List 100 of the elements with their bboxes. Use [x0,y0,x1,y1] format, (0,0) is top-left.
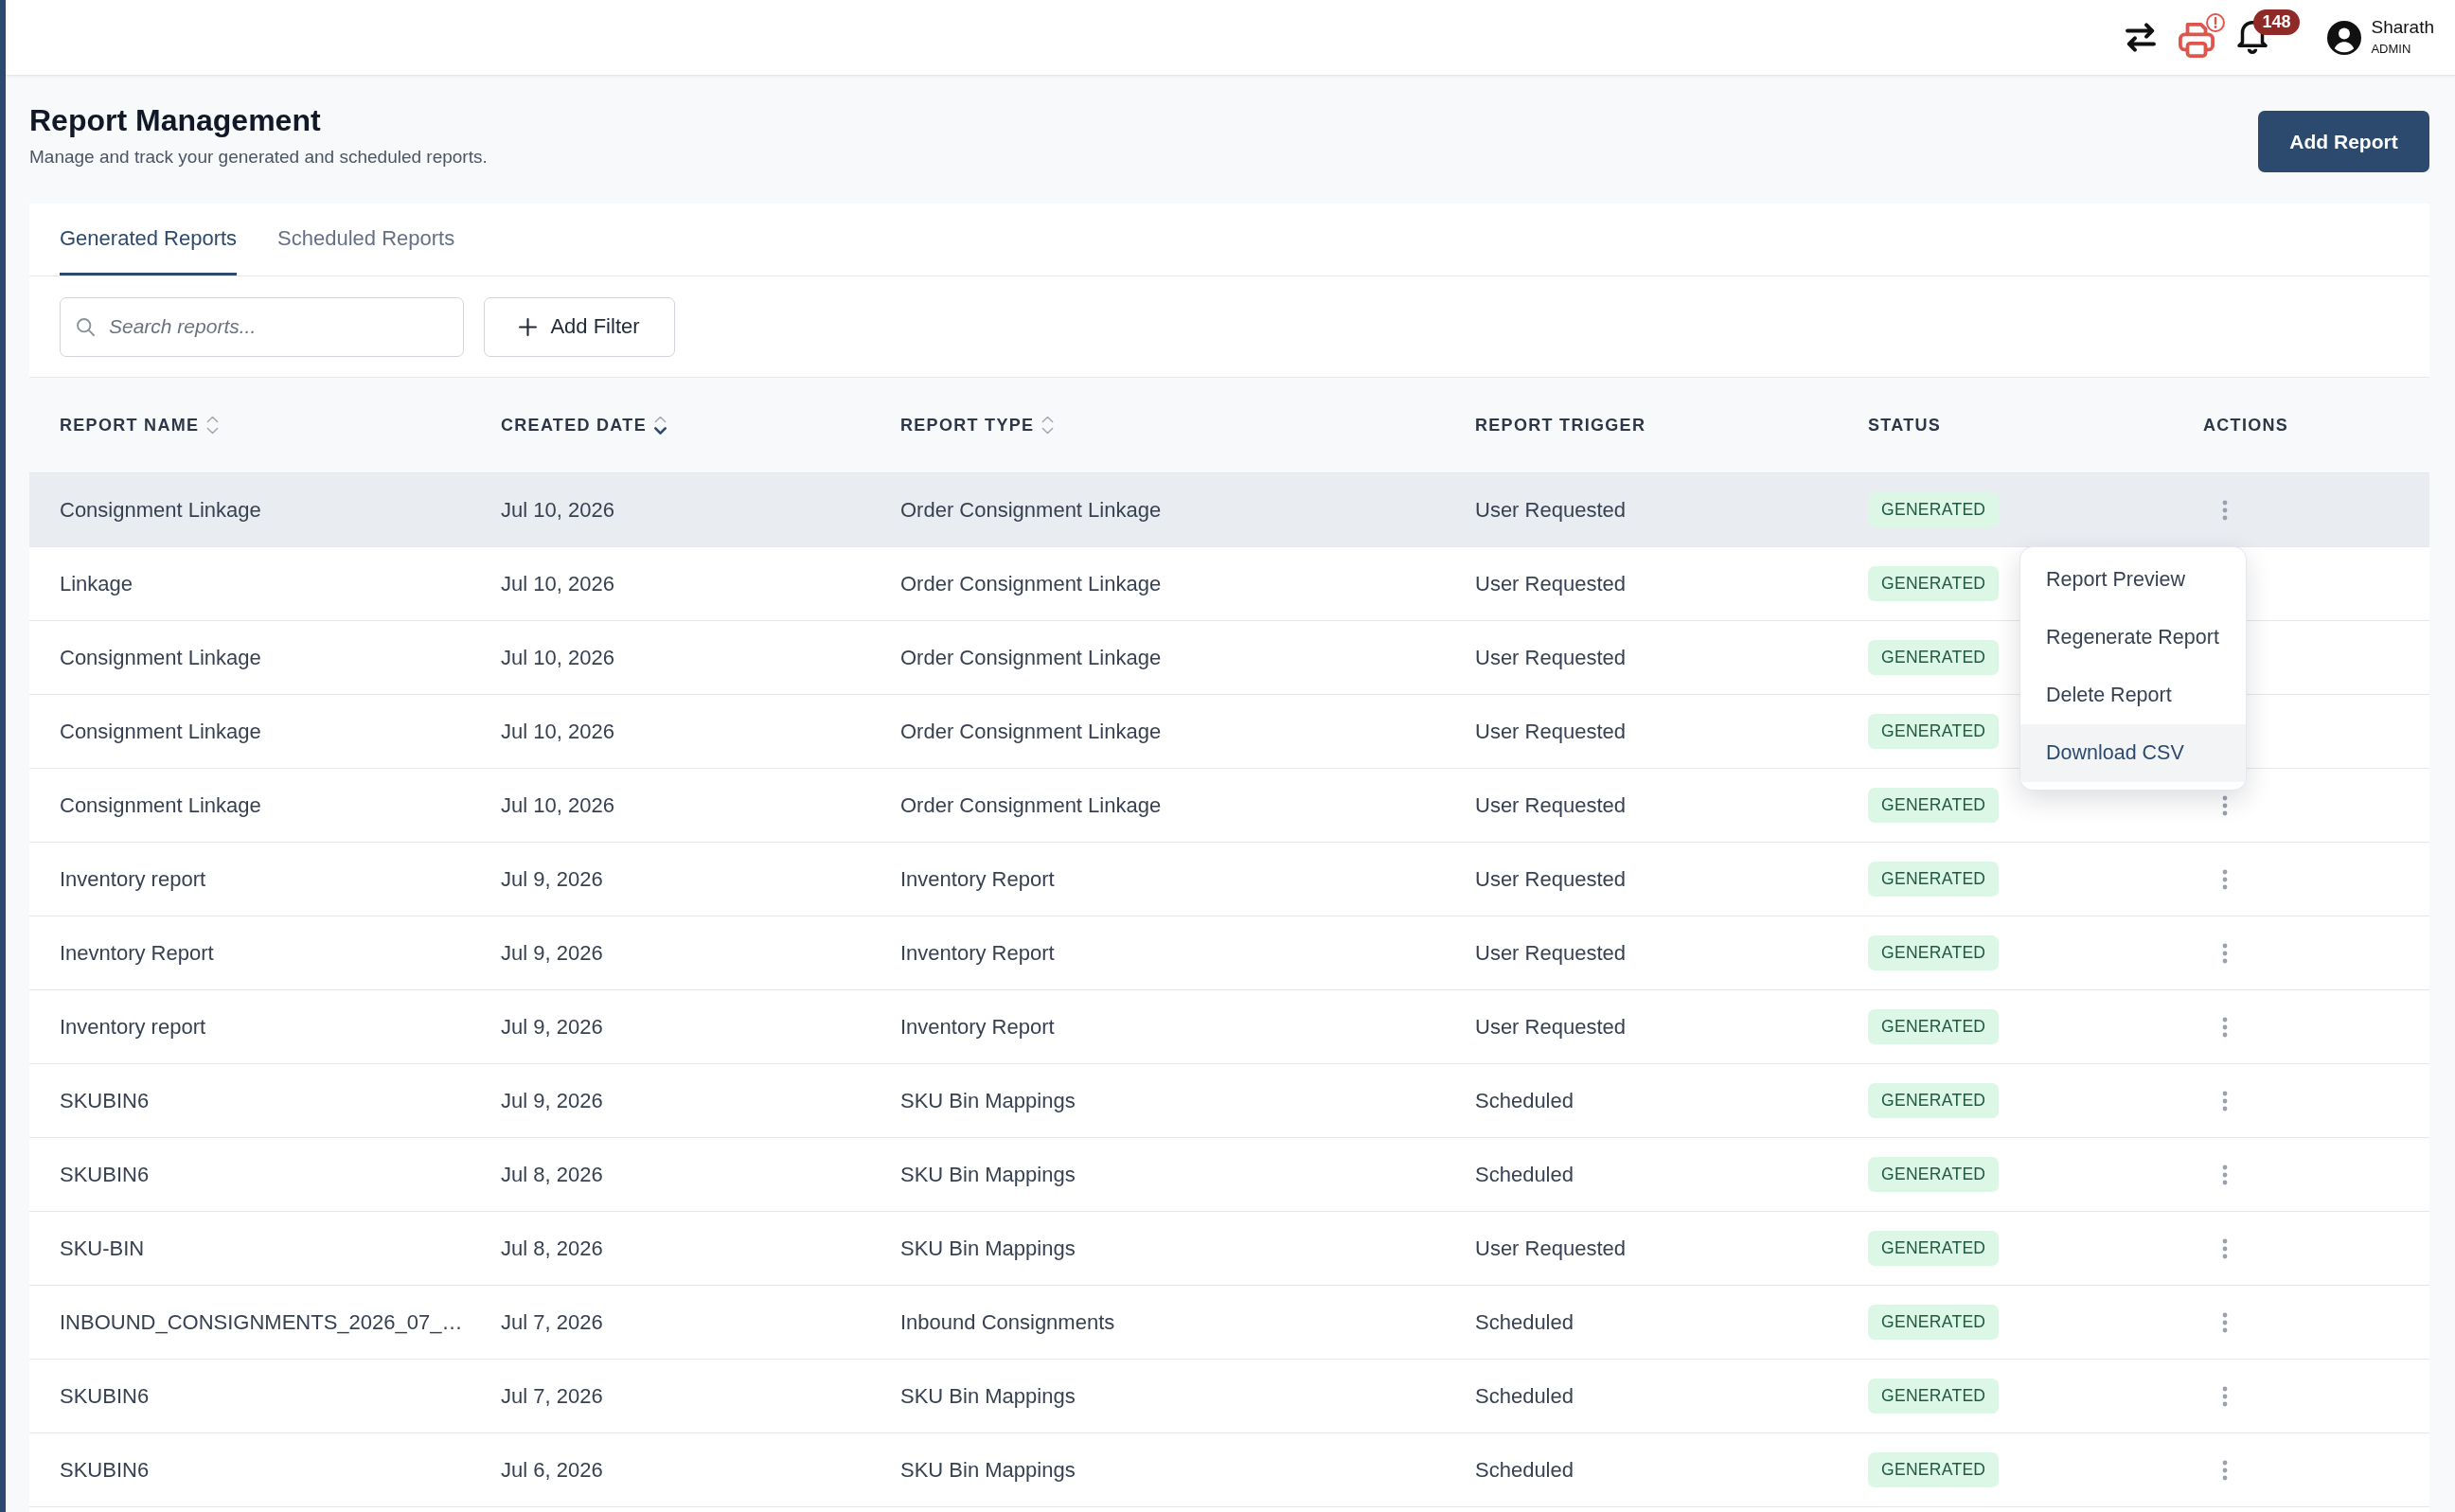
kebab-icon [2222,1311,2228,1333]
table-cell-text: SKU-BIN [60,1236,146,1261]
sort-icon[interactable] [653,416,667,435]
table-cell-text: Consignment Linkage [60,719,262,744]
table-cell-text: Order Consignment Linkage [900,719,1163,744]
kebab-icon [2222,1016,2228,1038]
tab[interactable]: Scheduled Reports [277,204,455,276]
table-cell-text: Inventory report [60,866,207,892]
table-cell-text: Jul 10, 2026 [501,719,615,744]
status-badge: GENERATED [1868,1083,2000,1118]
user-role: ADMIN [2371,43,2412,57]
kebab-icon [2222,499,2228,521]
table-cell-text: Consignment Linkage [60,497,262,523]
status-badge: GENERATED [1868,788,2000,823]
add-filter-button[interactable]: Add Filter [484,296,675,357]
avatar-icon[interactable] [2327,20,2362,55]
table-cell-text: Scheduled [1475,1162,1574,1187]
table-cell-text: SKU Bin Mappings [900,1236,1076,1261]
table-cell-text: Jul 9, 2026 [501,1014,604,1040]
table-cell-text: Scheduled [1475,1088,1574,1113]
table-cell-text: User Requested [1475,497,1627,523]
table-cell-text: User Requested [1475,645,1627,670]
kebab-icon [2222,1164,2228,1185]
table-cell-text: SKU Bin Mappings [900,1457,1076,1483]
status-badge: GENERATED [1868,1452,2000,1487]
table-cell-text: User Requested [1475,866,1627,892]
table-cell-text: User Requested [1475,940,1627,966]
page-subtitle: Manage and track your generated and scheduled reports. [29,146,488,169]
status-badge: GENERATED [1868,1379,2000,1414]
table-cell-text: Jul 9, 2026 [501,866,604,892]
table-cell-text: Order Consignment Linkage [900,792,1163,818]
table-cell-text: Jul 10, 2026 [501,497,615,523]
table-cell-text: Jul 7, 2026 [501,1383,604,1409]
kebab-icon [2222,794,2228,816]
add-report-button[interactable]: Add Report [2258,111,2429,172]
column-header: ACTIONS [2203,415,2289,436]
table-cell-text: Jul 10, 2026 [501,645,615,670]
table-cell-text: Consignment Linkage [60,645,262,670]
table-cell-text: Jul 9, 2026 [501,940,604,966]
table-cell-text: Inevntory Report [60,940,215,966]
column-header: REPORT TYPE [900,415,1035,436]
search-field[interactable]: Search reports... [60,296,464,357]
user-name: Sharath [2371,18,2434,39]
table-cell-text: Jul 9, 2026 [501,1088,604,1113]
kebab-icon [2222,1090,2228,1112]
kebab-icon [2222,942,2228,964]
table-cell-text: Jul 7, 2026 [501,1309,604,1335]
status-badge: GENERATED [1868,714,2000,749]
search-icon [77,317,95,336]
table-cell-text: SKU Bin Mappings [900,1383,1076,1409]
table-cell-text: SKU Bin Mappings [900,1088,1076,1113]
table-cell-text: Jul 8, 2026 [501,1236,604,1261]
table-cell-text: Linkage [60,571,134,596]
column-header: REPORT TRIGGER [1475,415,1646,436]
status-badge: GENERATED [1868,1009,2000,1044]
tab[interactable]: Generated Reports [60,204,238,276]
status-badge: GENERATED [1868,1157,2000,1192]
table-cell-text: Inbound Consignments [900,1309,1116,1335]
table-cell-text: User Requested [1475,1236,1627,1261]
alert-icon [2206,12,2226,32]
table-cell-text: SKUBIN6 [60,1457,151,1483]
page-title: Report Management [29,102,322,138]
table-row[interactable]: Consignment Linkage Jul 10, 2026 Order Consignment Linkage User Requested GENERATED [29,473,2429,547]
table-cell-text: Scheduled [1475,1309,1574,1335]
table-cell-text: Order Consignment Linkage [900,497,1163,523]
plus-icon [519,317,538,336]
table-cell-text: Jul 6, 2026 [501,1457,604,1483]
table-cell-text: SKUBIN6 [60,1383,151,1409]
table-cell-text: Order Consignment Linkage [900,645,1163,670]
table-cell-text: Order Consignment Linkage [900,571,1163,596]
table-cell-text: Scheduled [1475,1383,1574,1409]
status-badge: GENERATED [1868,1305,2000,1340]
status-badge: GENERATED [1868,862,2000,897]
notification-badge: 148 [2253,9,2300,35]
table-cell-text: SKUBIN6 [60,1088,151,1113]
table-cell-text: Jul 8, 2026 [501,1162,604,1187]
table-cell-text: Inventory Report [900,866,1056,892]
printer-icon[interactable] [2179,22,2215,58]
swap-arrows-icon[interactable] [2126,23,2157,52]
table-cell-text: SKU Bin Mappings [900,1162,1076,1187]
table-cell-text: Inventory Report [900,1014,1056,1040]
table-cell-text: Inventory report [60,1014,207,1040]
kebab-icon [2222,1385,2228,1407]
table-cell-text: Inventory Report [900,940,1056,966]
kebab-icon [2222,1237,2228,1259]
table-cell-text: Jul 10, 2026 [501,792,615,818]
column-header: CREATED DATE [501,415,647,436]
table-cell-text: User Requested [1475,1014,1627,1040]
column-header: STATUS [1868,415,1942,436]
table-cell-text: User Requested [1475,792,1627,818]
table-cell-text: Consignment Linkage [60,792,262,818]
kebab-icon [2222,868,2228,890]
status-badge: GENERATED [1868,492,2000,527]
menu-item[interactable]: Report Preview [2020,551,2246,609]
status-badge: GENERATED [1868,935,2000,970]
kebab-icon [2222,1459,2228,1481]
menu-item[interactable]: Download CSV [2020,724,2246,782]
table-cell-text: Jul 10, 2026 [501,571,615,596]
column-header: REPORT NAME [60,415,200,436]
status-badge: GENERATED [1868,640,2000,675]
